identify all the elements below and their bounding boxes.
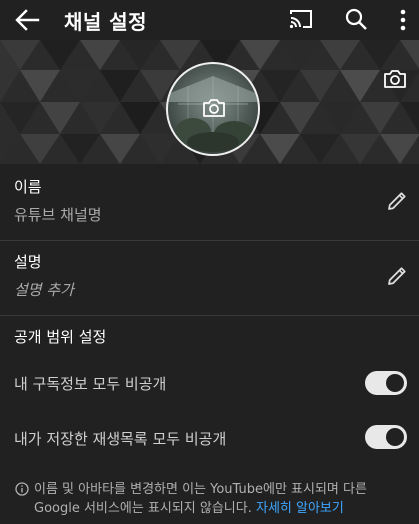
edit-pencil-icon[interactable] bbox=[386, 190, 408, 212]
name-value: 유튜브 채널명 bbox=[14, 206, 102, 224]
top-app-bar: 채널 설정 bbox=[0, 0, 419, 40]
back-arrow-icon[interactable] bbox=[14, 8, 40, 32]
footer-notice: 이름 및 아바타를 변경하면 이는 YouTube에만 표시되며 다른 Goog… bbox=[34, 480, 406, 518]
page-title: 채널 설정 bbox=[64, 10, 148, 34]
edit-pencil-icon[interactable] bbox=[386, 265, 408, 287]
learn-more-link[interactable]: 자세히 알아보기 bbox=[256, 501, 344, 516]
description-placeholder: 설명 추가 bbox=[14, 281, 74, 299]
more-vert-icon[interactable] bbox=[395, 8, 411, 32]
description-row[interactable]: 설명 설명 추가 bbox=[0, 241, 419, 315]
cast-icon[interactable] bbox=[289, 8, 313, 30]
playlists-private-toggle[interactable] bbox=[365, 425, 407, 449]
toggle-knob bbox=[386, 374, 404, 392]
camera-icon[interactable] bbox=[383, 68, 407, 90]
search-icon[interactable] bbox=[344, 7, 368, 31]
subscriptions-private-toggle[interactable] bbox=[365, 371, 407, 395]
info-icon bbox=[15, 482, 29, 496]
channel-banner[interactable] bbox=[0, 40, 419, 164]
name-label: 이름 bbox=[14, 178, 42, 196]
subscriptions-private-label: 내 구독정보 모두 비공개 bbox=[14, 375, 167, 393]
name-row[interactable]: 이름 유튜브 채널명 bbox=[0, 164, 419, 240]
avatar[interactable] bbox=[166, 62, 260, 156]
playlists-private-label: 내가 저장한 재생목록 모두 비공개 bbox=[14, 430, 227, 448]
privacy-section-title: 공개 범위 설정 bbox=[14, 328, 107, 346]
description-label: 설명 bbox=[14, 253, 42, 271]
camera-icon[interactable] bbox=[201, 97, 227, 119]
divider bbox=[0, 315, 419, 316]
toggle-knob bbox=[386, 428, 404, 446]
